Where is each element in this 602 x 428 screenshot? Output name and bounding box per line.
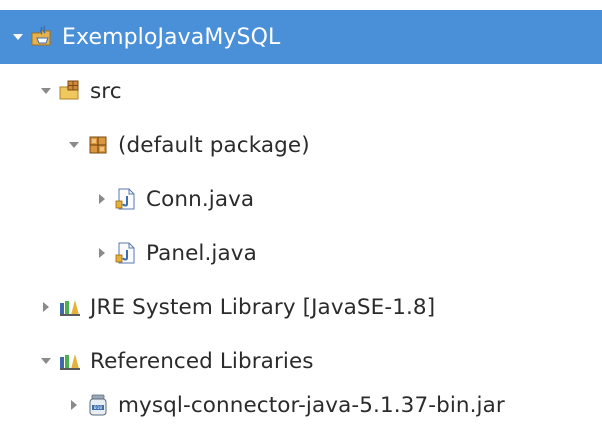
tree-node-src[interactable]: src: [0, 64, 602, 118]
package-explorer-tree: ExemploJavaMySQL src (default package) C…: [0, 0, 602, 428]
tree-node-panel-java[interactable]: Panel.java: [0, 226, 602, 280]
tree-node-label: Conn.java: [146, 186, 255, 212]
tree-node-label: JRE System Library [JavaSE-1.8]: [90, 294, 436, 320]
tree-node-label: mysql-connector-java-5.1.37-bin.jar: [118, 392, 505, 418]
expanded-arrow-icon[interactable]: [38, 83, 54, 99]
java-file-icon: [114, 241, 138, 265]
java-file-icon: [114, 187, 138, 211]
collapsed-arrow-icon[interactable]: [94, 245, 110, 261]
tree-node-default-package[interactable]: (default package): [0, 118, 602, 172]
svg-text:010: 010: [94, 405, 102, 411]
package-icon: [86, 133, 110, 157]
library-icon: [58, 349, 82, 373]
expanded-arrow-icon[interactable]: [38, 353, 54, 369]
collapsed-arrow-icon[interactable]: [66, 397, 82, 413]
tree-node-label: Referenced Libraries: [90, 348, 314, 374]
tree-node-label: Panel.java: [146, 240, 257, 266]
tree-node-conn-java[interactable]: Conn.java: [0, 172, 602, 226]
java-project-icon: [30, 25, 54, 49]
collapsed-arrow-icon[interactable]: [94, 191, 110, 207]
source-folder-icon: [58, 79, 82, 103]
tree-node-mysql-connector-jar[interactable]: 010 mysql-connector-java-5.1.37-bin.jar: [0, 378, 602, 428]
tree-node-project[interactable]: ExemploJavaMySQL: [0, 10, 602, 64]
tree-node-jre-system-library[interactable]: JRE System Library [JavaSE-1.8]: [0, 280, 602, 334]
tree-node-label: src: [90, 78, 122, 104]
expanded-arrow-icon[interactable]: [10, 29, 26, 45]
jar-icon: 010: [86, 393, 110, 417]
tree-node-label: (default package): [118, 132, 310, 158]
expanded-arrow-icon[interactable]: [66, 137, 82, 153]
collapsed-arrow-icon[interactable]: [38, 299, 54, 315]
tree-node-label: ExemploJavaMySQL: [62, 24, 281, 50]
library-icon: [58, 295, 82, 319]
